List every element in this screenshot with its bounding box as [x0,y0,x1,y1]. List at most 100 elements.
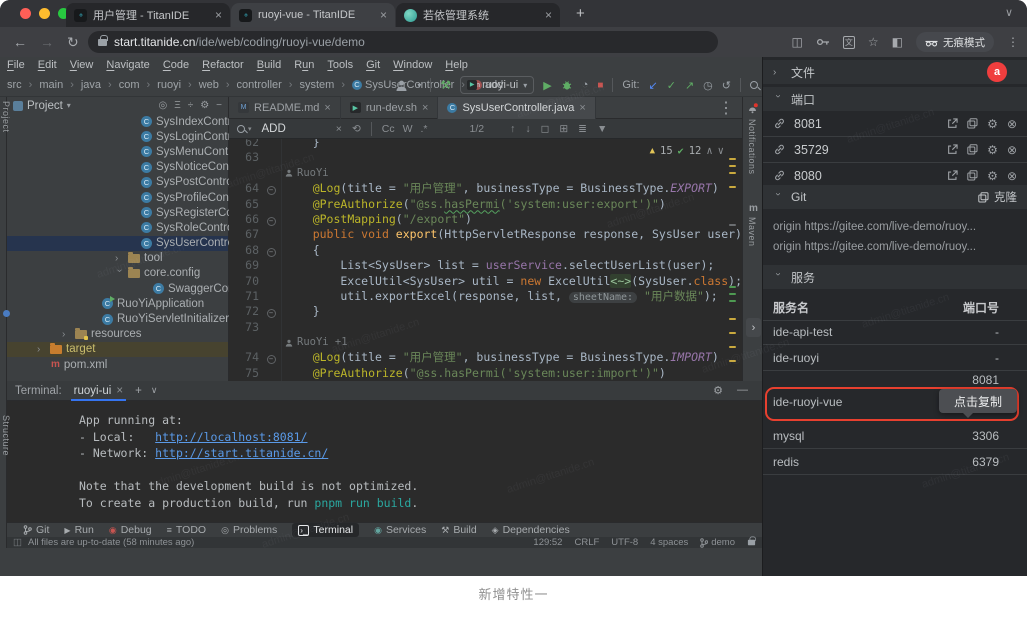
line-separator[interactable]: CRLF [574,537,599,548]
search-history-icon[interactable]: ⟲ [352,123,361,135]
address-bar[interactable]: start.titanide.cn/ide/web/coding/ruoyi-v… [88,31,718,53]
breadcrumb-item[interactable]: com [119,79,140,91]
terminal-output[interactable]: App running at:- Local: http://localhost… [7,401,762,522]
chevron-down-icon[interactable]: › [114,269,125,278]
prev-match-icon[interactable]: ↑ [510,123,515,135]
tab-close-icon[interactable]: × [579,102,585,114]
editor-search-bar[interactable]: ▾ ADD × ⟲ CcW.* 1/2 ↑ ↓ ◻ [229,119,742,139]
toolwindow-todo[interactable]: ≡TODO [167,524,206,536]
breadcrumb-item[interactable]: src [7,79,22,91]
copy-icon[interactable] [967,144,978,155]
in-selection-icon[interactable]: ≣ [578,123,587,135]
inspections-widget[interactable]: ▲ 15 ✔ 12 ∧ ∨ [650,145,724,157]
gear-icon[interactable]: ⚙ [987,143,998,157]
fold-marker-icon[interactable]: − [263,212,279,227]
back-icon[interactable]: ← [13,34,27,50]
prev-issue-icon[interactable]: ∧ [706,145,712,157]
ports-section-header[interactable]: › 端口 [763,87,1027,111]
browser-tab[interactable]: ‹›ruoyi-vue - TitanIDE× [231,3,395,27]
run-config-select[interactable]: ▶ ruoyi-ui ▾ [460,76,534,94]
toolwindow-services[interactable]: ◉Services [374,524,426,536]
gear-icon[interactable]: ⚙ [987,117,998,131]
tree-item-target[interactable]: ›target [7,342,228,357]
tree-item-ruoyiservletinitializer[interactable]: CRuoYiServletInitializer [7,311,228,326]
toolwindow-debug[interactable]: ◉Debug [109,524,152,536]
breadcrumb-item[interactable]: main [39,79,63,91]
menu-item-tools[interactable]: Tools [327,59,353,71]
git-commit-icon[interactable]: ✓ [667,79,676,92]
tree-item-syslogincontroller[interactable]: CSysLoginController [7,129,228,144]
menu-item-navigate[interactable]: Navigate [106,59,149,71]
filter-icon[interactable]: ▼ [597,123,607,135]
hide-icon[interactable]: − [216,100,222,111]
search-option-W[interactable]: W [403,123,413,135]
git-branch-widget[interactable]: demo [700,537,735,548]
chevron-right-icon[interactable]: › [115,253,124,264]
close-icon[interactable]: × [116,385,123,397]
chevron-right-icon[interactable]: › [37,344,46,355]
locate-icon[interactable]: ◎ [158,100,167,111]
build-hammer-icon[interactable]: ⚒ [440,78,451,92]
tree-item-syspostcontroller[interactable]: CSysPostController [7,175,228,190]
service-row-mysql[interactable]: mysql3306 [763,423,1027,449]
maven-icon[interactable]: m [749,203,758,214]
toolwindow-run[interactable]: ▶Run [64,524,93,536]
search-option-[interactable]: .* [421,123,428,135]
tab-search-icon[interactable]: ∨ [1005,6,1013,19]
browser-tab[interactable]: ‹›用户管理 - TitanIDE× [66,3,230,27]
run-button[interactable]: ▶ [543,79,551,92]
open-external-icon[interactable] [947,118,958,129]
tree-item-tool[interactable]: ›tool [7,251,228,266]
code-editor[interactable]: 62 }63RuoYi64− @Log(title = "用户管理", busi… [229,139,742,381]
terminal-tab[interactable]: ruoyi-ui × [71,381,126,401]
tree-item-sysregistercontroller[interactable]: CSysRegisterController [7,205,228,220]
readonly-lock-icon[interactable] [748,540,755,546]
stripe-notifications-label[interactable]: Notifications [747,119,757,175]
copy-icon[interactable] [967,170,978,181]
select-all-matches-icon[interactable]: ◻ [541,123,550,135]
terminal-link[interactable]: http://start.titanide.cn/ [155,446,328,460]
new-terminal-icon[interactable]: + [135,385,142,397]
file-encoding[interactable]: UTF-8 [611,537,638,548]
next-match-icon[interactable]: ↓ [525,123,530,135]
menu-item-run[interactable]: Run [294,59,314,71]
stripe-structure-label[interactable]: Structure [1,415,11,456]
breadcrumb-item[interactable]: system [299,79,334,91]
stop-button[interactable]: ■ [597,80,603,91]
breadcrumb-item[interactable]: ruoyi [157,79,181,91]
rollback-icon[interactable]: ↺ [722,79,731,92]
tree-item-sysnoticecontroller[interactable]: CSysNoticeController [7,160,228,175]
next-issue-icon[interactable]: ∨ [718,145,724,157]
menu-item-help[interactable]: Help [445,59,468,71]
tree-item-core.config[interactable]: ›core.config [7,266,228,281]
breadcrumb-item[interactable]: web [199,79,219,91]
fold-marker-icon[interactable]: − [263,304,279,319]
tab-close-icon[interactable]: × [380,9,387,21]
author-annotation[interactable]: RuoYi [279,166,329,181]
tree-item-sysindexcontroller[interactable]: CSysIndexController [7,114,228,129]
gear-icon[interactable]: ⚙ [713,384,723,397]
forward-icon[interactable]: → [40,34,54,50]
more-tabs-icon[interactable]: ⋮ [718,98,742,118]
toolwindow-terminal[interactable]: ›_Terminal [292,523,359,537]
new-tab-button[interactable]: + [576,5,585,22]
service-row-redis[interactable]: redis6379 [763,449,1027,475]
toolwindow-problems[interactable]: ◎Problems [221,524,277,536]
clone-button[interactable]: 克隆 [978,189,1017,205]
project-panel-header[interactable]: Project ▾ ◎ Ξ ÷ ⚙ − [7,97,228,114]
chevron-down-icon[interactable]: ▾ [417,81,421,90]
search-everywhere-icon[interactable] [750,81,758,89]
panel-collapse-icon[interactable]: › [746,318,761,337]
editor-tab-sysusercontroller.java[interactable]: CSysUserController.java× [438,97,595,119]
translate-icon[interactable]: 文 [843,36,855,49]
indent-setting[interactable]: 4 spaces [650,537,688,548]
tree-item-sysmenucontroller[interactable]: CSysMenuController [7,144,228,159]
fold-marker-icon[interactable]: − [263,243,279,258]
open-external-icon[interactable] [947,144,958,155]
notifications-bell-icon[interactable] [747,103,758,114]
tree-item-ruoyiapplication[interactable]: CRuoYiApplication [7,296,228,311]
close-circle-icon[interactable]: ⊗ [1007,117,1017,131]
bookmark-star-icon[interactable]: ☆ [868,35,879,49]
git-section-header[interactable]: › Git 克隆 [763,185,1027,209]
editor-tab-readme.md[interactable]: MREADME.md× [229,97,341,119]
